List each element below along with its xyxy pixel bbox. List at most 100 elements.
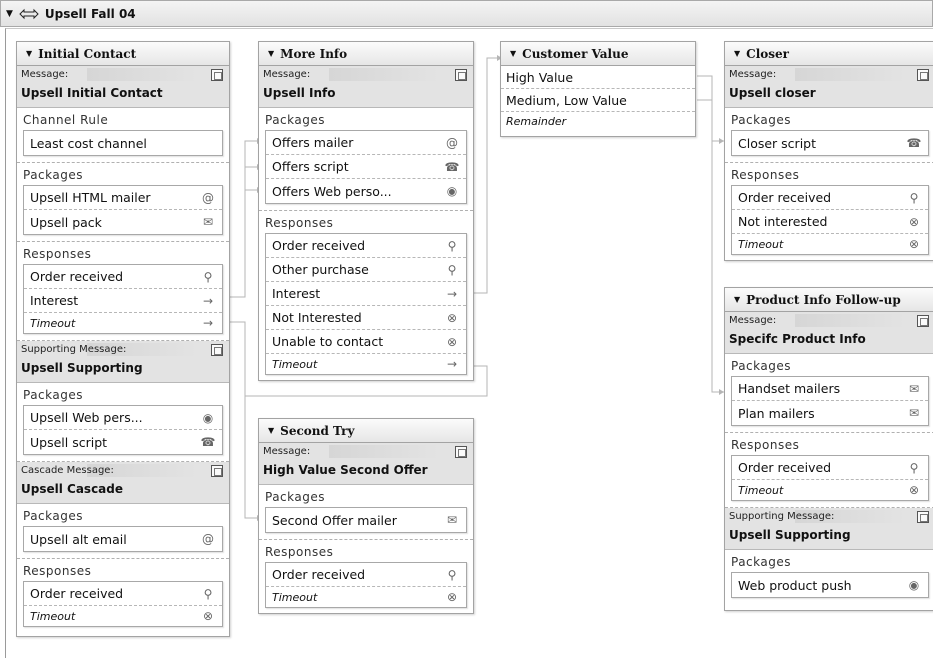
value-branch[interactable]: High Value: [501, 66, 695, 89]
expand-icon[interactable]: [211, 69, 223, 81]
expand-icon[interactable]: [211, 344, 223, 356]
package-item[interactable]: Offers mailer @: [266, 131, 466, 155]
section-title: Packages: [265, 113, 325, 127]
packages-section: Packages Handset mailers ✉ Plan mailers ✉: [725, 354, 933, 433]
node-initial-contact[interactable]: ▼ Initial Contact Message: Upsell Initia…: [16, 41, 230, 637]
collapse-triangle-icon[interactable]: ▼: [734, 49, 740, 58]
node-header[interactable]: ▼ Product Info Follow-up: [725, 288, 933, 312]
package-item[interactable]: Handset mailers ✉: [732, 377, 928, 401]
row-label: Order received: [272, 567, 366, 582]
collapse-triangle-icon[interactable]: ▼: [510, 49, 516, 58]
message-name: Specifc Product Info: [729, 332, 866, 346]
package-item[interactable]: Upsell Web pers... ◉: [24, 406, 222, 430]
node-customer-value[interactable]: ▼ Customer Value High Value Medium, Low …: [500, 41, 696, 137]
row-label: Handset mailers: [738, 381, 841, 396]
section-title: Responses: [731, 168, 800, 182]
collapse-triangle-icon[interactable]: ▼: [6, 9, 13, 19]
stop-icon: ⊗: [446, 310, 458, 325]
collapse-triangle-icon[interactable]: ▼: [26, 49, 32, 58]
supporting-message-panel[interactable]: Supporting Message: Upsell Supporting: [725, 508, 933, 550]
expand-icon[interactable]: [917, 315, 929, 327]
response-item[interactable]: Order received ⚲: [266, 563, 466, 587]
node-header[interactable]: ▼ More Info: [259, 42, 473, 66]
message-label: Message:: [729, 315, 777, 326]
package-item[interactable]: Upsell HTML mailer @: [24, 186, 222, 210]
message-panel[interactable]: Message: Upsell closer: [725, 66, 933, 108]
node-second-try[interactable]: ▼ Second Try Message: High Value Second …: [258, 418, 474, 614]
response-item[interactable]: Timeout →: [266, 354, 466, 374]
message-label: Supporting Message:: [729, 511, 835, 522]
responses-section: Responses Order received ⚲ Not interested…: [725, 163, 933, 261]
node-header[interactable]: ▼ Closer: [725, 42, 933, 66]
response-item[interactable]: Order received ⚲: [732, 186, 928, 210]
collapse-triangle-icon[interactable]: ▼: [268, 426, 274, 435]
message-name: Upsell closer: [729, 86, 816, 100]
row-label: Closer script: [738, 135, 816, 151]
message-panel[interactable]: Message: Upsell Info: [259, 66, 473, 108]
row-label: Order received: [738, 460, 832, 475]
node-more-info[interactable]: ▼ More Info Message: Upsell Info Package…: [258, 41, 474, 381]
row-label: Interest: [272, 286, 321, 301]
response-item[interactable]: Unable to contact ⊗: [266, 330, 466, 354]
value-branch[interactable]: Medium, Low Value: [501, 89, 695, 112]
package-item[interactable]: Closer script ☎: [732, 131, 928, 155]
value-branch[interactable]: Remainder: [501, 112, 695, 131]
collapse-triangle-icon[interactable]: ▼: [734, 295, 740, 304]
node-product-info-follow-up[interactable]: ▼ Product Info Follow-up Message: Specif…: [724, 287, 933, 611]
channel-rule-section: Channel Rule Least cost channel: [17, 108, 229, 163]
message-panel[interactable]: Message: Specifc Product Info: [725, 312, 933, 354]
package-item[interactable]: Offers script ☎: [266, 155, 466, 179]
response-item[interactable]: Order received ⚲: [732, 456, 928, 480]
message-panel[interactable]: Message: High Value Second Offer: [259, 443, 473, 485]
node-header[interactable]: ▼ Second Try: [259, 419, 473, 443]
message-panel[interactable]: Message: Upsell Initial Contact: [17, 66, 229, 108]
arrow-icon: →: [446, 286, 458, 301]
response-item[interactable]: Timeout ⊗: [732, 480, 928, 500]
node-closer[interactable]: ▼ Closer Message: Upsell closer Packages…: [724, 41, 933, 261]
node-header[interactable]: ▼ Initial Contact: [17, 42, 229, 66]
response-item[interactable]: Order received ⚲: [24, 582, 222, 606]
supporting-message-panel[interactable]: Supporting Message: Upsell Supporting: [17, 341, 229, 383]
package-item[interactable]: Upsell alt email @: [24, 527, 222, 551]
package-item[interactable]: Upsell script ☎: [24, 430, 222, 454]
section-title: Packages: [265, 490, 325, 504]
node-header[interactable]: ▼ Customer Value: [501, 42, 695, 66]
response-item[interactable]: Order received ⚲: [24, 265, 222, 289]
expand-icon[interactable]: [917, 69, 929, 81]
workflow-header: ▼ Upsell Fall 04: [0, 0, 933, 27]
package-item[interactable]: Upsell pack ✉: [24, 210, 222, 234]
response-item[interactable]: Other purchase ⚲: [266, 258, 466, 282]
package-item[interactable]: Web product push ◉: [732, 573, 928, 597]
expand-icon[interactable]: [455, 69, 467, 81]
package-item[interactable]: Offers Web perso... ◉: [266, 179, 466, 203]
response-item[interactable]: Not Interested ⊗: [266, 306, 466, 330]
collapse-triangle-icon[interactable]: ▼: [268, 49, 274, 58]
responses-section: Responses Order received ⚲ Timeout ⊗: [259, 540, 473, 614]
row-label: Timeout: [272, 357, 318, 371]
message-label: Supporting Message:: [21, 344, 127, 355]
message-name: Upsell Cascade: [21, 482, 124, 496]
response-item[interactable]: Order received ⚲: [266, 234, 466, 258]
expand-icon[interactable]: [211, 465, 223, 477]
package-item[interactable]: Plan mailers ✉: [732, 401, 928, 425]
expand-icon[interactable]: [917, 511, 929, 523]
response-item[interactable]: Interest →: [266, 282, 466, 306]
response-item[interactable]: Timeout ⊗: [732, 234, 928, 254]
row-label: High Value: [506, 69, 574, 85]
response-item[interactable]: Timeout ⊗: [24, 606, 222, 626]
response-item[interactable]: Interest →: [24, 289, 222, 313]
response-item[interactable]: Not interested ⊗: [732, 210, 928, 234]
row-label: Upsell HTML mailer: [30, 190, 151, 205]
node-title: Initial Contact: [38, 46, 137, 61]
row-label: Order received: [738, 190, 832, 205]
channel-rule-value[interactable]: Least cost channel: [24, 131, 222, 155]
response-item[interactable]: Timeout →: [24, 313, 222, 333]
cascade-message-panel[interactable]: Cascade Message: Upsell Cascade: [17, 462, 229, 504]
order-icon: ⚲: [909, 460, 919, 475]
response-item[interactable]: Timeout ⊗: [266, 587, 466, 607]
package-item[interactable]: Second Offer mailer ✉: [266, 508, 466, 532]
at-icon: @: [446, 135, 458, 150]
message-label: Message:: [21, 69, 69, 80]
supporting-packages-section: Packages Upsell Web pers... ◉ Upsell scri…: [17, 383, 229, 462]
expand-icon[interactable]: [455, 446, 467, 458]
